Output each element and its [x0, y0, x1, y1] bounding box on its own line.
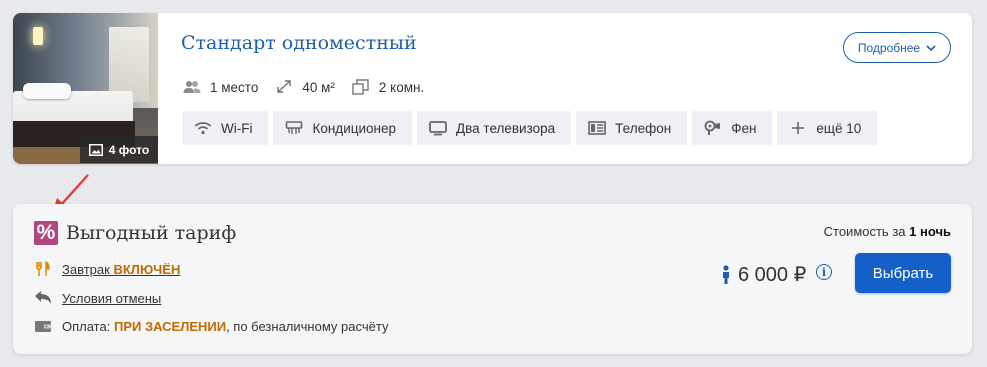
- amenity-hairdryer: Фен: [692, 111, 773, 145]
- cost-label-text: Стоимость за: [823, 224, 906, 239]
- rate-card: % Выгодный тариф Завтрак ВКЛЮЧЁН Условия…: [13, 204, 972, 354]
- phone-icon: [588, 121, 606, 135]
- details-button[interactable]: Подробнее: [843, 32, 951, 63]
- spec-rooms: 2 комн.: [352, 79, 424, 95]
- person-icon: [723, 264, 729, 284]
- amenity-air-conditioner: Кондиционер: [273, 111, 412, 145]
- percent-icon: %: [34, 221, 58, 245]
- payment-prefix: Оплата:: [62, 318, 111, 334]
- price: 6 000 ₽: [721, 262, 806, 287]
- amenity-more-label: ещё 10: [816, 120, 862, 136]
- payment-when: ПРИ ЗАСЕЛЕНИИ: [113, 318, 227, 334]
- select-button[interactable]: Выбрать: [855, 253, 951, 293]
- amenity-wifi-label: Wi-Fi: [221, 120, 253, 136]
- guests-icon: [183, 81, 201, 93]
- image-icon: [88, 143, 103, 156]
- amenity-hairdryer-label: Фен: [731, 120, 757, 136]
- fork-knife-icon: [36, 261, 50, 276]
- price-value: 6 000 ₽: [738, 264, 807, 286]
- room-title[interactable]: Стандарт одноместный: [181, 32, 417, 54]
- cost-label: Стоимость за 1 ночь: [824, 224, 951, 239]
- info-icon[interactable]: i: [816, 264, 832, 280]
- amenity-phone: Телефон: [576, 111, 688, 145]
- plus-icon: [792, 122, 805, 134]
- room-photo[interactable]: 4 фото: [13, 13, 158, 164]
- cancellation-condition[interactable]: Условия отмены: [34, 290, 161, 306]
- rate-title: Выгодный тариф: [66, 222, 237, 244]
- cancellation-link[interactable]: Условия отмены: [62, 291, 161, 306]
- rooms-icon: [352, 79, 369, 95]
- spec-area: 40 м²: [275, 79, 335, 95]
- rate-title-row: % Выгодный тариф: [34, 221, 236, 245]
- photo-count-badge[interactable]: 4 фото: [80, 136, 158, 163]
- amenity-tv-label: Два телевизора: [455, 120, 556, 136]
- breakfast-condition[interactable]: Завтрак ВКЛЮЧЁН: [34, 261, 180, 277]
- room-card: 4 фото Стандарт одноместный Подробнее 1 …: [13, 13, 972, 164]
- amenity-more[interactable]: ещё 10: [777, 111, 878, 145]
- room-specs: 1 место 40 м² 2 комн.: [183, 79, 441, 95]
- payment-condition: Оплата: ПРИ ЗАСЕЛЕНИИ, по безналичному р…: [34, 318, 388, 334]
- cost-period: 1 ночь: [909, 224, 951, 239]
- breakfast-link[interactable]: Завтрак ВКЛЮЧЁН: [62, 262, 180, 277]
- breakfast-label: Завтрак: [62, 261, 110, 277]
- details-button-label: Подробнее: [857, 40, 921, 55]
- amenity-wifi: Wi-Fi: [182, 111, 269, 145]
- wifi-icon: [194, 122, 212, 135]
- chevron-down-icon: [926, 44, 936, 51]
- area-icon: [277, 80, 292, 93]
- wallet-icon: [35, 321, 51, 332]
- amenity-tv: Два телевизора: [416, 111, 572, 145]
- amenity-phone-label: Телефон: [615, 120, 672, 136]
- spec-guests: 1 место: [183, 79, 258, 95]
- spec-guests-label: 1 место: [210, 79, 259, 95]
- payment-suffix: , по безналичному расчёту: [226, 318, 389, 334]
- amenity-air-conditioner-label: Кондиционер: [312, 120, 396, 136]
- photo-count-label: 4 фото: [108, 142, 150, 157]
- undo-arrow-icon: [35, 291, 51, 304]
- hairdryer-icon: [704, 120, 721, 135]
- amenities-list: Wi-Fi Кондиционер Два телевизора Телефон…: [182, 111, 878, 145]
- spec-area-label: 40 м²: [302, 79, 335, 95]
- air-conditioner-icon: [286, 121, 303, 134]
- breakfast-status: ВКЛЮЧЁН: [113, 261, 181, 277]
- tv-icon: [429, 121, 447, 136]
- spec-rooms-label: 2 комн.: [378, 79, 425, 95]
